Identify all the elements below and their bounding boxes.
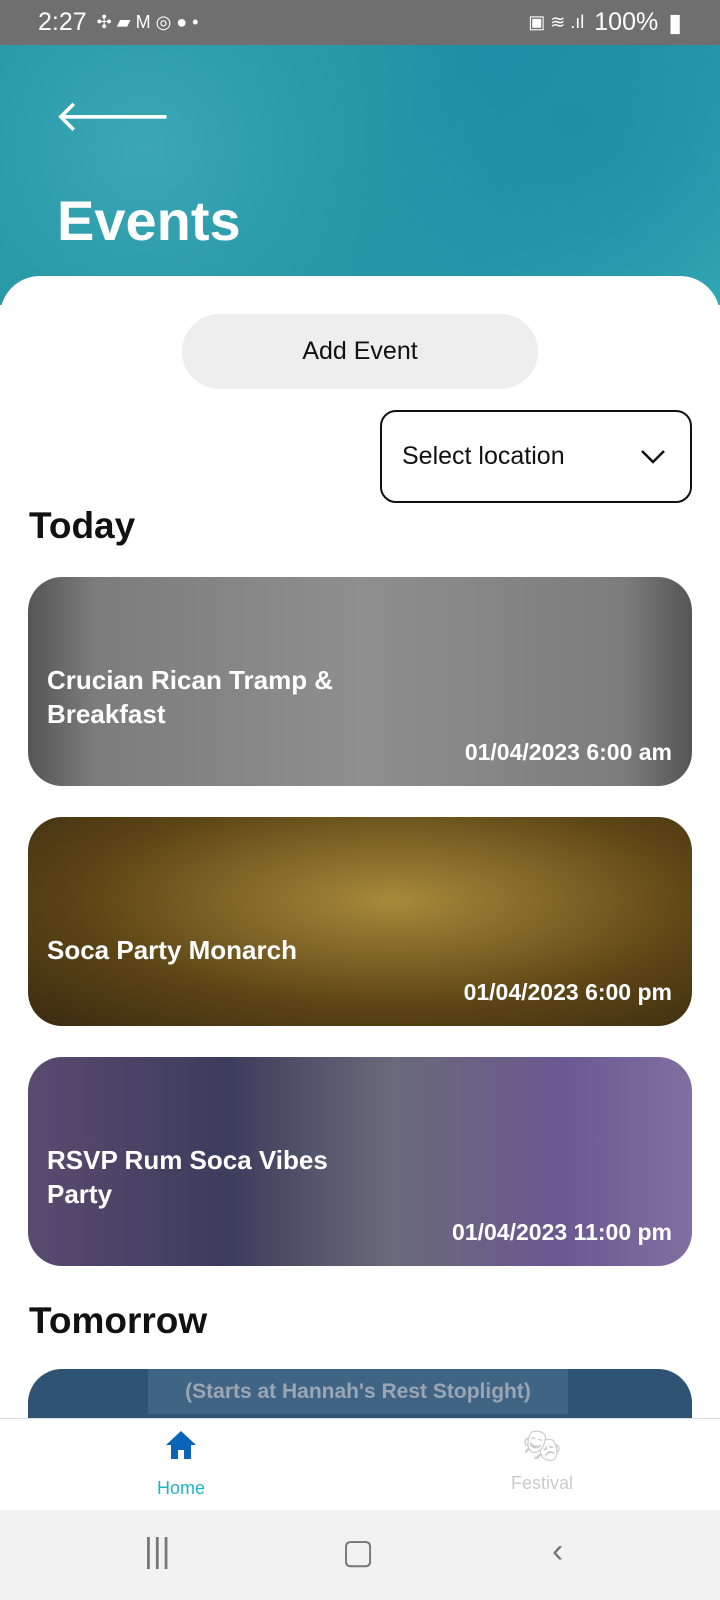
- location-select-label: Select location: [402, 442, 565, 470]
- event-card[interactable]: RSVP Rum Soca Vibes Party 01/04/2023 11:…: [28, 1057, 692, 1266]
- tab-label: Festival: [510, 1473, 573, 1493]
- back-arrow-icon[interactable]: 🡐: [54, 95, 172, 139]
- system-nav-bar: ||| ▢ ‹: [0, 1510, 720, 1600]
- add-event-button[interactable]: Add Event: [182, 314, 538, 389]
- bottom-nav: Home 🎭︎ Festival: [0, 1418, 720, 1510]
- section-title-tomorrow: Tomorrow: [29, 1300, 208, 1341]
- home-button-icon[interactable]: ▢: [342, 1532, 374, 1572]
- status-bar: 2:27 ✣ ▰ M ◎ ● • ▣ ≋ .ıl 100% ▮: [0, 0, 720, 45]
- clock: 2:27: [38, 8, 87, 36]
- battery-icon: ▮: [668, 8, 682, 37]
- chevron-down-icon: [641, 449, 665, 464]
- event-card[interactable]: Crucian Rican Tramp & Breakfast 01/04/20…: [28, 577, 692, 786]
- tab-home[interactable]: Home: [121, 1429, 241, 1499]
- event-image-text: (Starts at Hannah's Rest Stoplight): [148, 1369, 568, 1414]
- event-name: RSVP Rum Soca Vibes Party: [47, 1145, 328, 1209]
- event-card[interactable]: Soca Party Monarch 01/04/2023 6:00 pm: [28, 817, 692, 1026]
- event-name: Soca Party Monarch: [47, 935, 297, 965]
- event-datetime: 01/04/2023 6:00 am: [464, 739, 672, 765]
- battery-level: 100%: [594, 8, 659, 36]
- notification-icons: ✣ ▰ M ◎ ● •: [96, 12, 199, 32]
- section-title-today: Today: [29, 505, 136, 546]
- home-icon: [166, 1431, 196, 1459]
- page-title: Events: [57, 189, 241, 252]
- tab-label: Home: [156, 1478, 205, 1498]
- tab-festival[interactable]: 🎭︎ Festival: [482, 1429, 602, 1494]
- event-name: Crucian Rican Tramp & Breakfast: [47, 665, 334, 729]
- theater-masks-icon: 🎭︎: [522, 1430, 562, 1463]
- back-icon[interactable]: ‹: [552, 1532, 563, 1571]
- event-datetime: 01/04/2023 11:00 pm: [452, 1219, 672, 1245]
- event-datetime: 01/04/2023 6:00 pm: [463, 979, 672, 1005]
- signal-icons: ▣ ≋ .ıl: [528, 12, 585, 32]
- recent-apps-icon[interactable]: |||: [144, 1532, 171, 1571]
- location-select[interactable]: Select location: [380, 410, 692, 503]
- header-image: [0, 45, 720, 305]
